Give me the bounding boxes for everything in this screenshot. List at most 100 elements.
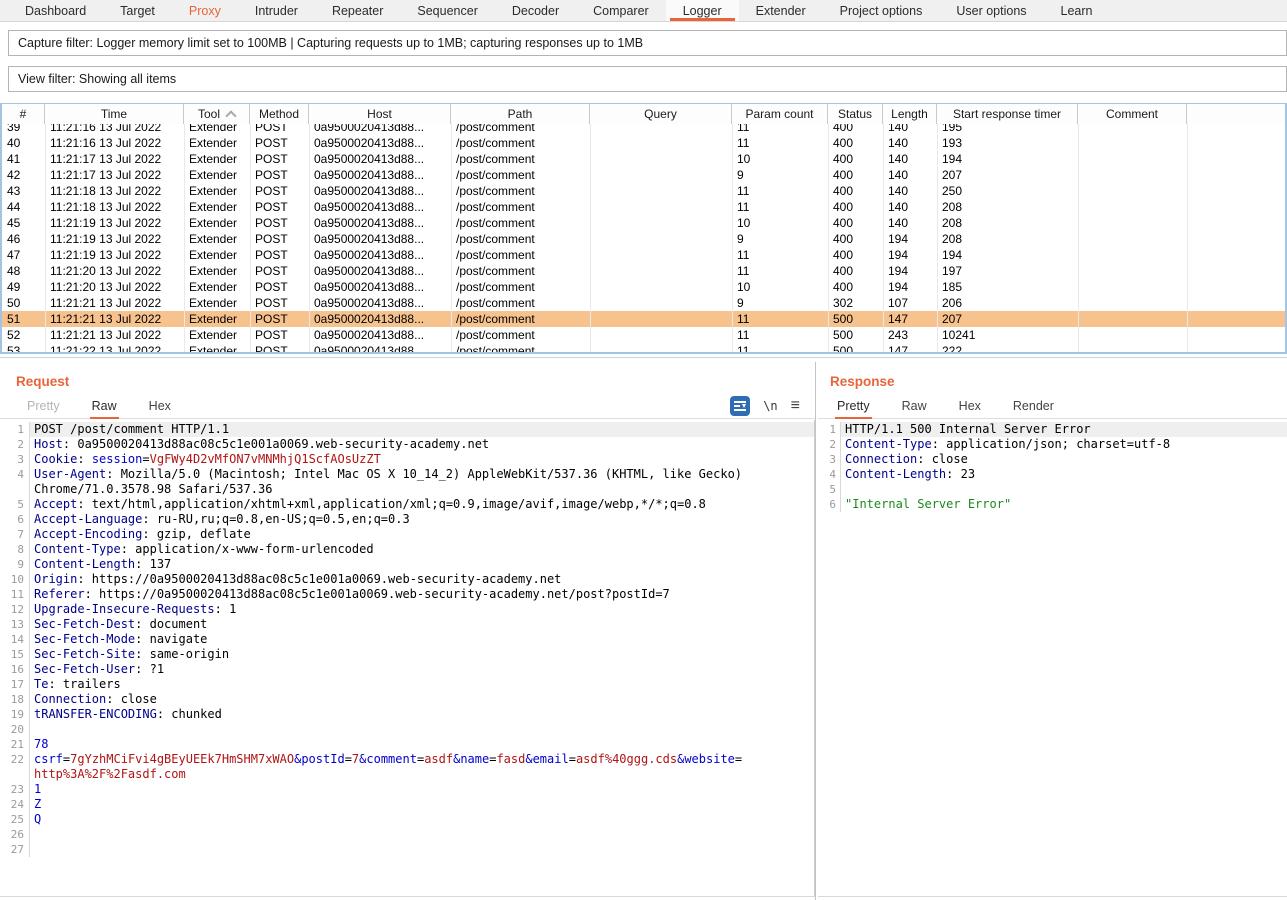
menu-item-comparer[interactable]: Comparer bbox=[576, 0, 666, 21]
cell-status: 400 bbox=[828, 231, 883, 247]
table-row[interactable]: 4911:21:20 13 Jul 2022ExtenderPOST0a9500… bbox=[2, 279, 1287, 295]
editor-line: 16Sec-Fetch-User: ?1 bbox=[0, 662, 814, 677]
cell-time: 11:21:21 13 Jul 2022 bbox=[45, 295, 184, 311]
cell-query bbox=[590, 343, 732, 353]
menu-item-target[interactable]: Target bbox=[103, 0, 172, 21]
cell-: 52 bbox=[2, 327, 45, 343]
menu-item-dashboard[interactable]: Dashboard bbox=[8, 0, 103, 21]
menu-item-learn[interactable]: Learn bbox=[1044, 0, 1110, 21]
cell-tool: Extender bbox=[184, 215, 250, 231]
line-number: 20 bbox=[0, 722, 30, 737]
response-tab-raw[interactable]: Raw bbox=[900, 399, 929, 418]
menu-item-user-options[interactable]: User options bbox=[939, 0, 1043, 21]
column-header-start-response-timer[interactable]: Start response timer bbox=[937, 104, 1078, 124]
cell-: 53 bbox=[2, 343, 45, 353]
table-row[interactable]: 5311:21:22 13 Jul 2022ExtenderPOST0a9500… bbox=[2, 343, 1287, 353]
column-header-[interactable]: # bbox=[2, 104, 45, 124]
line-text: Origin: https://0a9500020413d88ac08c5c1e… bbox=[30, 572, 814, 587]
cell-host: 0a9500020413d88... bbox=[309, 295, 451, 311]
menu-item-project-options[interactable]: Project options bbox=[823, 0, 940, 21]
line-number: 23 bbox=[0, 782, 30, 797]
table-row[interactable]: 4211:21:17 13 Jul 2022ExtenderPOST0a9500… bbox=[2, 167, 1287, 183]
column-header-param-count[interactable]: Param count bbox=[732, 104, 828, 124]
view-filter-bar[interactable]: View filter: Showing all items bbox=[8, 66, 1287, 92]
editor-line: 2Content-Type: application/json; charset… bbox=[818, 437, 1287, 452]
table-row[interactable]: 5211:21:21 13 Jul 2022ExtenderPOST0a9500… bbox=[2, 327, 1287, 343]
line-text: 78 bbox=[30, 737, 814, 752]
column-header-host[interactable]: Host bbox=[309, 104, 451, 124]
cell-path: /post/comment bbox=[451, 279, 590, 295]
panel-splitter[interactable] bbox=[815, 362, 816, 900]
response-tab-hex[interactable]: Hex bbox=[957, 399, 983, 418]
table-row[interactable]: 3911:21:16 13 Jul 2022ExtenderPOST0a9500… bbox=[2, 124, 1287, 135]
editor-line: 13Sec-Fetch-Dest: document bbox=[0, 617, 814, 632]
table-row[interactable]: 4711:21:19 13 Jul 2022ExtenderPOST0a9500… bbox=[2, 247, 1287, 263]
editor-line: 5 bbox=[818, 482, 1287, 497]
column-header-method[interactable]: Method bbox=[250, 104, 309, 124]
table-body[interactable]: 3911:21:16 13 Jul 2022ExtenderPOST0a9500… bbox=[2, 124, 1287, 353]
request-tab-raw[interactable]: Raw bbox=[90, 399, 119, 418]
cell-comment bbox=[1078, 247, 1187, 263]
cell-length: 194 bbox=[883, 279, 937, 295]
column-header-label: Tool bbox=[198, 107, 220, 121]
menu-item-repeater[interactable]: Repeater bbox=[315, 0, 400, 21]
line-text: tRANSFER-ENCODING: chunked bbox=[30, 707, 814, 722]
column-header-tool[interactable]: Tool bbox=[184, 104, 250, 124]
table-row-selected[interactable]: 5111:21:21 13 Jul 2022ExtenderPOST0a9500… bbox=[2, 311, 1287, 327]
menu-item-sequencer[interactable]: Sequencer bbox=[400, 0, 494, 21]
column-header-query[interactable]: Query bbox=[590, 104, 732, 124]
cell-length: 194 bbox=[883, 263, 937, 279]
table-row[interactable]: 4111:21:17 13 Jul 2022ExtenderPOST0a9500… bbox=[2, 151, 1287, 167]
response-editor[interactable]: 1HTTP/1.1 500 Internal Server Error2Cont… bbox=[818, 420, 1287, 897]
capture-filter-bar[interactable]: Capture filter: Logger memory limit set … bbox=[8, 30, 1287, 56]
menu-item-logger[interactable]: Logger bbox=[666, 0, 739, 21]
editor-menu-icon[interactable]: ≡ bbox=[791, 399, 800, 413]
request-editor[interactable]: 1POST /post/comment HTTP/1.12Host: 0a950… bbox=[0, 420, 815, 897]
column-header-length[interactable]: Length bbox=[883, 104, 937, 124]
response-tab-pretty[interactable]: Pretty bbox=[835, 399, 872, 418]
response-tab-render[interactable]: Render bbox=[1011, 399, 1056, 418]
cell-method: POST bbox=[250, 183, 309, 199]
cell-param-count: 9 bbox=[732, 167, 828, 183]
table-row[interactable]: 4411:21:18 13 Jul 2022ExtenderPOST0a9500… bbox=[2, 199, 1287, 215]
column-header-status[interactable]: Status bbox=[828, 104, 883, 124]
table-row[interactable]: 4311:21:18 13 Jul 2022ExtenderPOST0a9500… bbox=[2, 183, 1287, 199]
column-header-path[interactable]: Path bbox=[451, 104, 590, 124]
menu-item-extender[interactable]: Extender bbox=[739, 0, 823, 21]
column-header-label: Path bbox=[508, 107, 533, 121]
table-row[interactable]: 4811:21:20 13 Jul 2022ExtenderPOST0a9500… bbox=[2, 263, 1287, 279]
line-text bbox=[30, 722, 814, 737]
table-header-row: #Time Tool MethodHost Path QueryParam count S… bbox=[2, 104, 1287, 124]
nonprinting-chars-icon[interactable]: \n bbox=[763, 399, 777, 413]
editor-line: 6Accept-Language: ru-RU,ru;q=0.8,en-US;q… bbox=[0, 512, 814, 527]
cell-query bbox=[590, 231, 732, 247]
cell-query bbox=[590, 183, 732, 199]
pretty-print-icon[interactable] bbox=[730, 396, 750, 416]
cell-start-response-timer: 195 bbox=[937, 124, 1078, 135]
cell-length: 140 bbox=[883, 167, 937, 183]
cell-time: 11:21:16 13 Jul 2022 bbox=[45, 124, 184, 135]
menu-item-decoder[interactable]: Decoder bbox=[495, 0, 576, 21]
request-tab-hex[interactable]: Hex bbox=[147, 399, 173, 418]
editor-line: 4Content-Length: 23 bbox=[818, 467, 1287, 482]
menu-item-intruder[interactable]: Intruder bbox=[238, 0, 315, 21]
cell-comment bbox=[1078, 199, 1187, 215]
line-number: 9 bbox=[0, 557, 30, 572]
table-row[interactable]: 5011:21:21 13 Jul 2022ExtenderPOST0a9500… bbox=[2, 295, 1287, 311]
editor-line: 18Connection: close bbox=[0, 692, 814, 707]
cell-time: 11:21:18 13 Jul 2022 bbox=[45, 183, 184, 199]
menu-item-proxy[interactable]: Proxy bbox=[172, 0, 238, 21]
cell-host: 0a9500020413d88... bbox=[309, 327, 451, 343]
editor-line: 27 bbox=[0, 842, 814, 857]
column-header-label: Status bbox=[838, 107, 872, 121]
line-text: Upgrade-Insecure-Requests: 1 bbox=[30, 602, 814, 617]
request-tab-pretty[interactable]: Pretty bbox=[25, 399, 62, 418]
table-row[interactable]: 4611:21:19 13 Jul 2022ExtenderPOST0a9500… bbox=[2, 231, 1287, 247]
cell-comment bbox=[1078, 343, 1187, 353]
column-header-time[interactable]: Time bbox=[45, 104, 184, 124]
table-row[interactable]: 4511:21:19 13 Jul 2022ExtenderPOST0a9500… bbox=[2, 215, 1287, 231]
column-header-comment[interactable]: Comment bbox=[1078, 104, 1187, 124]
editor-line: 6"Internal Server Error" bbox=[818, 497, 1287, 512]
cell-query bbox=[590, 215, 732, 231]
table-row[interactable]: 4011:21:16 13 Jul 2022ExtenderPOST0a9500… bbox=[2, 135, 1287, 151]
